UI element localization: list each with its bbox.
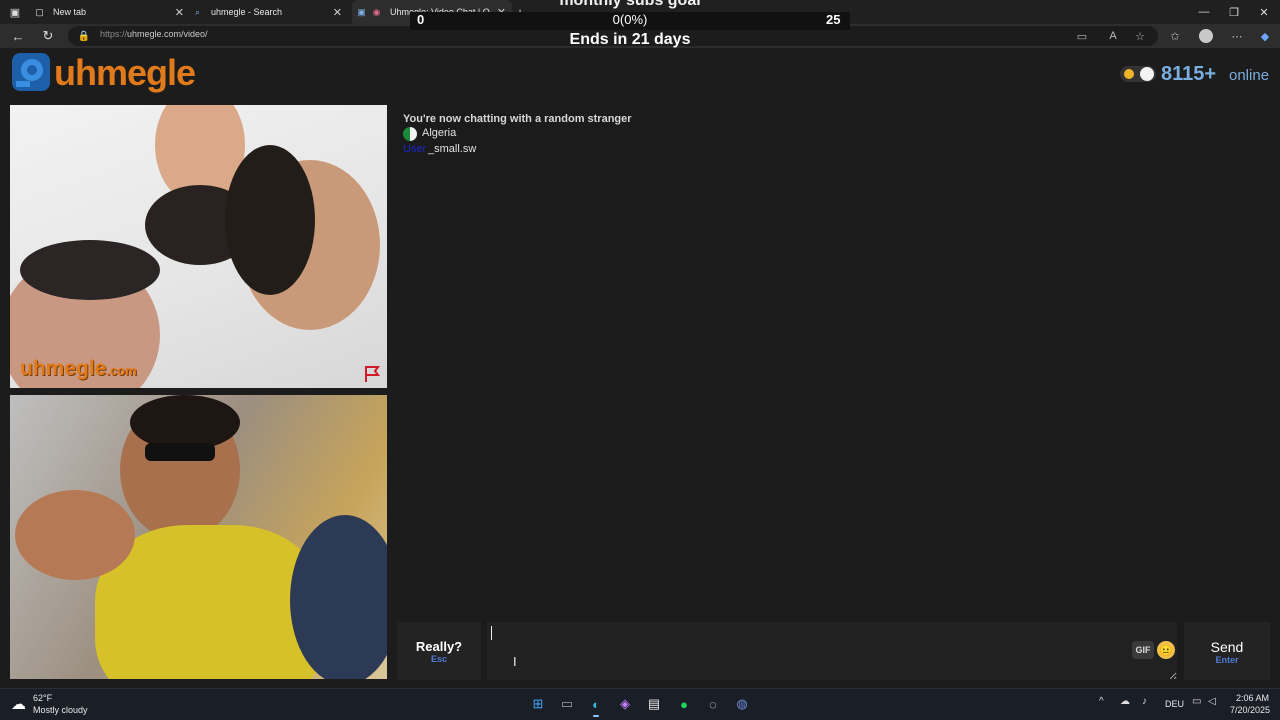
tab-search[interactable]: ⌕ uhmegle - Search ✕	[192, 0, 348, 24]
share-icon: ▣	[357, 6, 366, 17]
profile-avatar-icon[interactable]	[1196, 24, 1216, 48]
store-icon[interactable]: ▤	[643, 693, 665, 715]
weather-temp[interactable]: 62°F	[33, 693, 52, 703]
active-app-indicator	[593, 715, 599, 717]
restore-button[interactable]: ❐	[1218, 0, 1250, 24]
onedrive-icon[interactable]: ☁	[1120, 696, 1130, 707]
start-menu-icon[interactable]: ⊞	[527, 693, 549, 715]
mouse-ibeam-icon: I	[513, 654, 517, 669]
more-options-icon[interactable]: ⋯	[1227, 24, 1247, 48]
back-arrow-icon[interactable]: ←	[6, 24, 30, 48]
copilot-icon[interactable]: ◆	[1255, 24, 1275, 48]
taskbar	[0, 688, 1280, 720]
edge-browser-icon[interactable]: ◐	[585, 693, 607, 715]
tab-actions-icon[interactable]: ▣	[0, 0, 30, 24]
read-aloud-icon[interactable]: A	[1103, 24, 1123, 48]
message-input[interactable]	[487, 622, 1177, 680]
minimize-button[interactable]: —	[1188, 0, 1220, 24]
goal-ends-text: Ends in 21 days	[569, 31, 691, 48]
text-caret	[491, 626, 492, 640]
weather-cloud-icon[interactable]: ☁	[11, 695, 26, 713]
favorites-icon[interactable]: ✩	[1165, 24, 1185, 48]
send-label: Send	[1210, 639, 1244, 655]
tab-new-tab[interactable]: ▢ New tab ✕	[34, 0, 190, 24]
emoji-button[interactable]: 😐	[1157, 641, 1175, 659]
copilot-app-icon[interactable]: ◈	[614, 693, 636, 715]
stranger-user-tag: User	[403, 143, 427, 155]
watermark: uhmegle.com	[20, 357, 137, 381]
clock-date[interactable]: 7/20/2025	[1230, 705, 1270, 715]
chat-log	[397, 105, 1270, 617]
goal-max: 25	[826, 12, 841, 27]
goal-min: 0	[417, 12, 425, 27]
volume-icon[interactable]: ◁	[1208, 696, 1216, 707]
tab-title: New tab	[53, 7, 87, 17]
chat-status: You're now chatting with a random strang…	[403, 113, 632, 125]
camera-icon[interactable]: ▭	[1072, 24, 1092, 48]
stranger-video: uhmegle.com	[10, 105, 387, 388]
discord-icon[interactable]: ◍	[731, 693, 753, 715]
favorite-star-icon[interactable]: ☆	[1130, 24, 1150, 48]
network-icon[interactable]: ▭	[1192, 696, 1201, 707]
page-icon: ▢	[35, 6, 44, 17]
algeria-flag-icon	[403, 127, 417, 141]
gif-button[interactable]: GIF	[1132, 641, 1154, 659]
close-tab-icon[interactable]: ✕	[333, 6, 342, 19]
recording-icon: ◉	[372, 6, 381, 17]
search-icon: ⌕	[194, 6, 201, 17]
url-prefix: https://	[100, 29, 128, 39]
send-button[interactable]: Send Enter	[1184, 622, 1270, 680]
watermark-main: uhmegle	[20, 357, 107, 380]
logo-icon[interactable]	[12, 53, 50, 91]
report-flag-icon[interactable]	[362, 364, 382, 384]
task-view-icon[interactable]: ▭	[556, 693, 578, 715]
microphone-icon[interactable]: ♪	[1142, 696, 1147, 707]
online-count: 8115+	[1161, 63, 1217, 85]
input-language[interactable]: DEU	[1165, 699, 1184, 709]
skip-label: Really?	[415, 639, 463, 654]
online-label: online	[1229, 67, 1270, 84]
logo-text[interactable]: uhmegle	[54, 52, 196, 94]
skip-key-hint: Esc	[430, 654, 447, 664]
tab-title: uhmegle - Search	[211, 7, 283, 17]
clock-time[interactable]: 2:06 AM	[1236, 693, 1269, 703]
stranger-country: Algeria	[422, 127, 457, 139]
url-path: uhmegle.com/video/	[127, 29, 208, 39]
lock-icon[interactable]: 🔒	[72, 24, 96, 48]
weather-desc[interactable]: Mostly cloudy	[33, 705, 88, 715]
self-video	[10, 395, 387, 679]
spotify-icon[interactable]: ●	[673, 693, 695, 715]
close-tab-icon[interactable]: ✕	[175, 6, 184, 19]
app-circle-icon[interactable]: ◌	[702, 693, 724, 715]
refresh-icon[interactable]: ↻	[36, 24, 60, 48]
skip-button[interactable]: Really? Esc	[397, 622, 481, 680]
send-key-hint: Enter	[1215, 655, 1239, 665]
watermark-suffix: .com	[106, 363, 137, 378]
goal-progress-text: 0(0%)	[612, 12, 648, 27]
toggle-knob-icon	[1140, 67, 1154, 81]
goal-title: monthly subs goal	[559, 0, 701, 9]
close-window-button[interactable]: ✕	[1248, 0, 1280, 24]
status-dot-icon	[1124, 69, 1134, 79]
url-text[interactable]: https://uhmegle.com/video/	[100, 29, 208, 39]
stranger-username[interactable]: _small.sw	[428, 143, 476, 155]
tray-chevron-icon[interactable]: ^	[1099, 696, 1104, 707]
